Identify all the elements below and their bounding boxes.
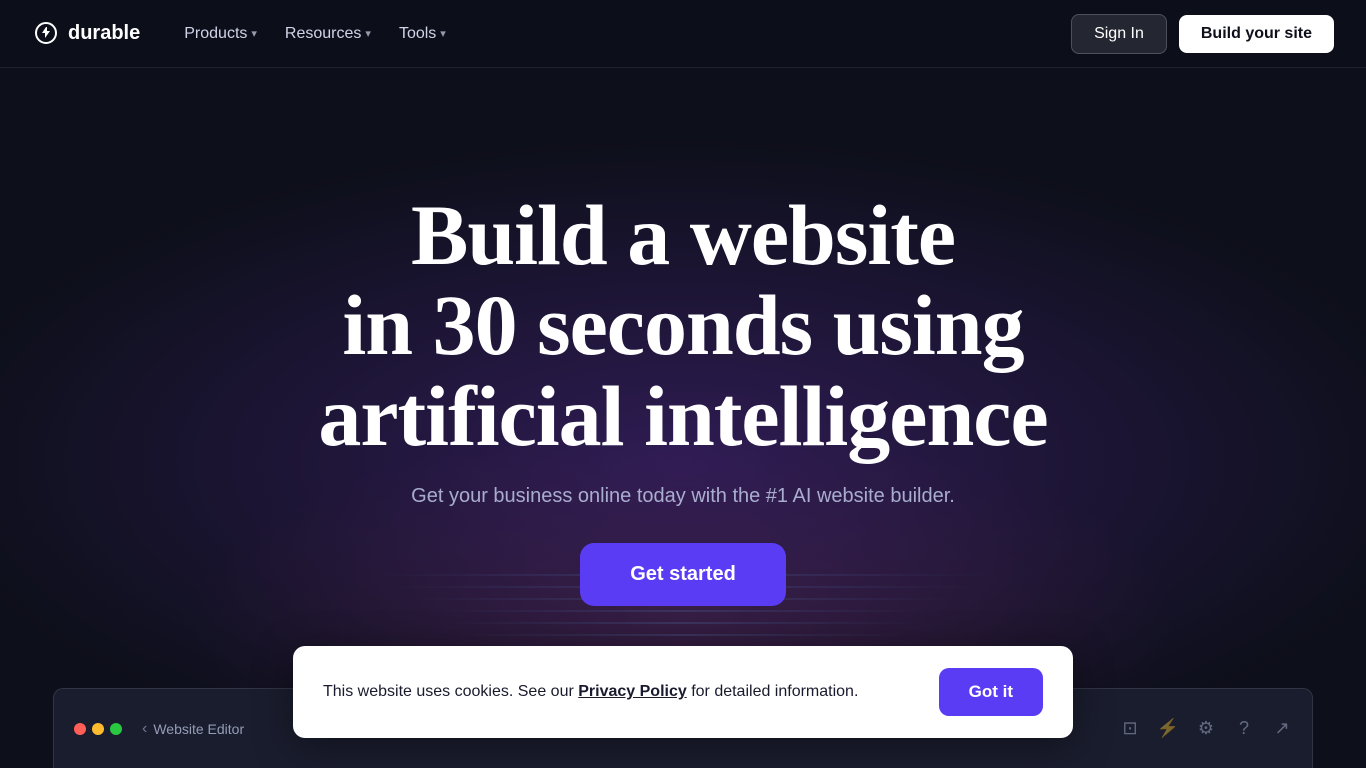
signin-button[interactable]: Sign In bbox=[1071, 14, 1167, 54]
hero-title-line3: artificial intelligence bbox=[318, 368, 1047, 464]
hero-title-line1: Build a website bbox=[411, 187, 955, 283]
get-started-button[interactable]: Get started bbox=[580, 543, 786, 606]
build-site-button[interactable]: Build your site bbox=[1179, 15, 1334, 53]
cookie-message-before: This website uses cookies. See our bbox=[323, 683, 578, 700]
chevron-down-icon: ▾ bbox=[365, 27, 371, 40]
hero-title: Build a website in 30 seconds using arti… bbox=[318, 190, 1047, 461]
logo[interactable]: durable bbox=[32, 20, 140, 48]
hero-content: Build a website in 30 seconds using arti… bbox=[318, 190, 1047, 606]
lightning-icon[interactable]: ⚡ bbox=[1158, 719, 1178, 739]
editor-label-text: Website Editor bbox=[153, 721, 244, 737]
cookie-message: This website uses cookies. See our Priva… bbox=[323, 680, 915, 704]
nav-item-resources[interactable]: Resources ▾ bbox=[273, 17, 383, 51]
close-dot bbox=[74, 723, 86, 735]
gear-icon[interactable]: ⚙ bbox=[1196, 719, 1216, 739]
nav-menu: Products ▾ Resources ▾ Tools ▾ bbox=[172, 17, 458, 51]
chevron-down-icon: ▾ bbox=[440, 27, 446, 40]
editor-toolbar-icons: ⊡ ⚡ ⚙ ? ↗ bbox=[1120, 719, 1292, 739]
nav-item-products-label: Products bbox=[184, 25, 247, 43]
hero-title-line2: in 30 seconds using bbox=[342, 277, 1023, 373]
durable-logo-icon bbox=[32, 20, 60, 48]
window-controls bbox=[74, 723, 122, 735]
got-it-button[interactable]: Got it bbox=[939, 668, 1043, 716]
nav-item-tools[interactable]: Tools ▾ bbox=[387, 17, 458, 51]
hero-subtitle: Get your business online today with the … bbox=[411, 481, 955, 511]
nav-item-products[interactable]: Products ▾ bbox=[172, 17, 269, 51]
external-link-icon[interactable]: ↗ bbox=[1272, 719, 1292, 739]
editor-label[interactable]: ‹ Website Editor bbox=[142, 720, 244, 738]
help-icon[interactable]: ? bbox=[1234, 719, 1254, 739]
cookie-message-after: for detailed information. bbox=[687, 683, 859, 700]
cookie-banner: This website uses cookies. See our Priva… bbox=[293, 646, 1073, 738]
navbar: durable Products ▾ Resources ▾ Tools ▾ S… bbox=[0, 0, 1366, 68]
maximize-dot bbox=[110, 723, 122, 735]
chevron-down-icon: ▾ bbox=[251, 27, 257, 40]
logo-text: durable bbox=[68, 22, 140, 45]
nav-item-tools-label: Tools bbox=[399, 25, 436, 43]
nav-left: durable Products ▾ Resources ▾ Tools ▾ bbox=[32, 17, 458, 51]
privacy-policy-link[interactable]: Privacy Policy bbox=[578, 683, 687, 700]
nav-item-resources-label: Resources bbox=[285, 25, 361, 43]
monitor-icon[interactable]: ⊡ bbox=[1120, 719, 1140, 739]
minimize-dot bbox=[92, 723, 104, 735]
chevron-left-icon: ‹ bbox=[142, 720, 147, 738]
nav-right: Sign In Build your site bbox=[1071, 14, 1334, 54]
